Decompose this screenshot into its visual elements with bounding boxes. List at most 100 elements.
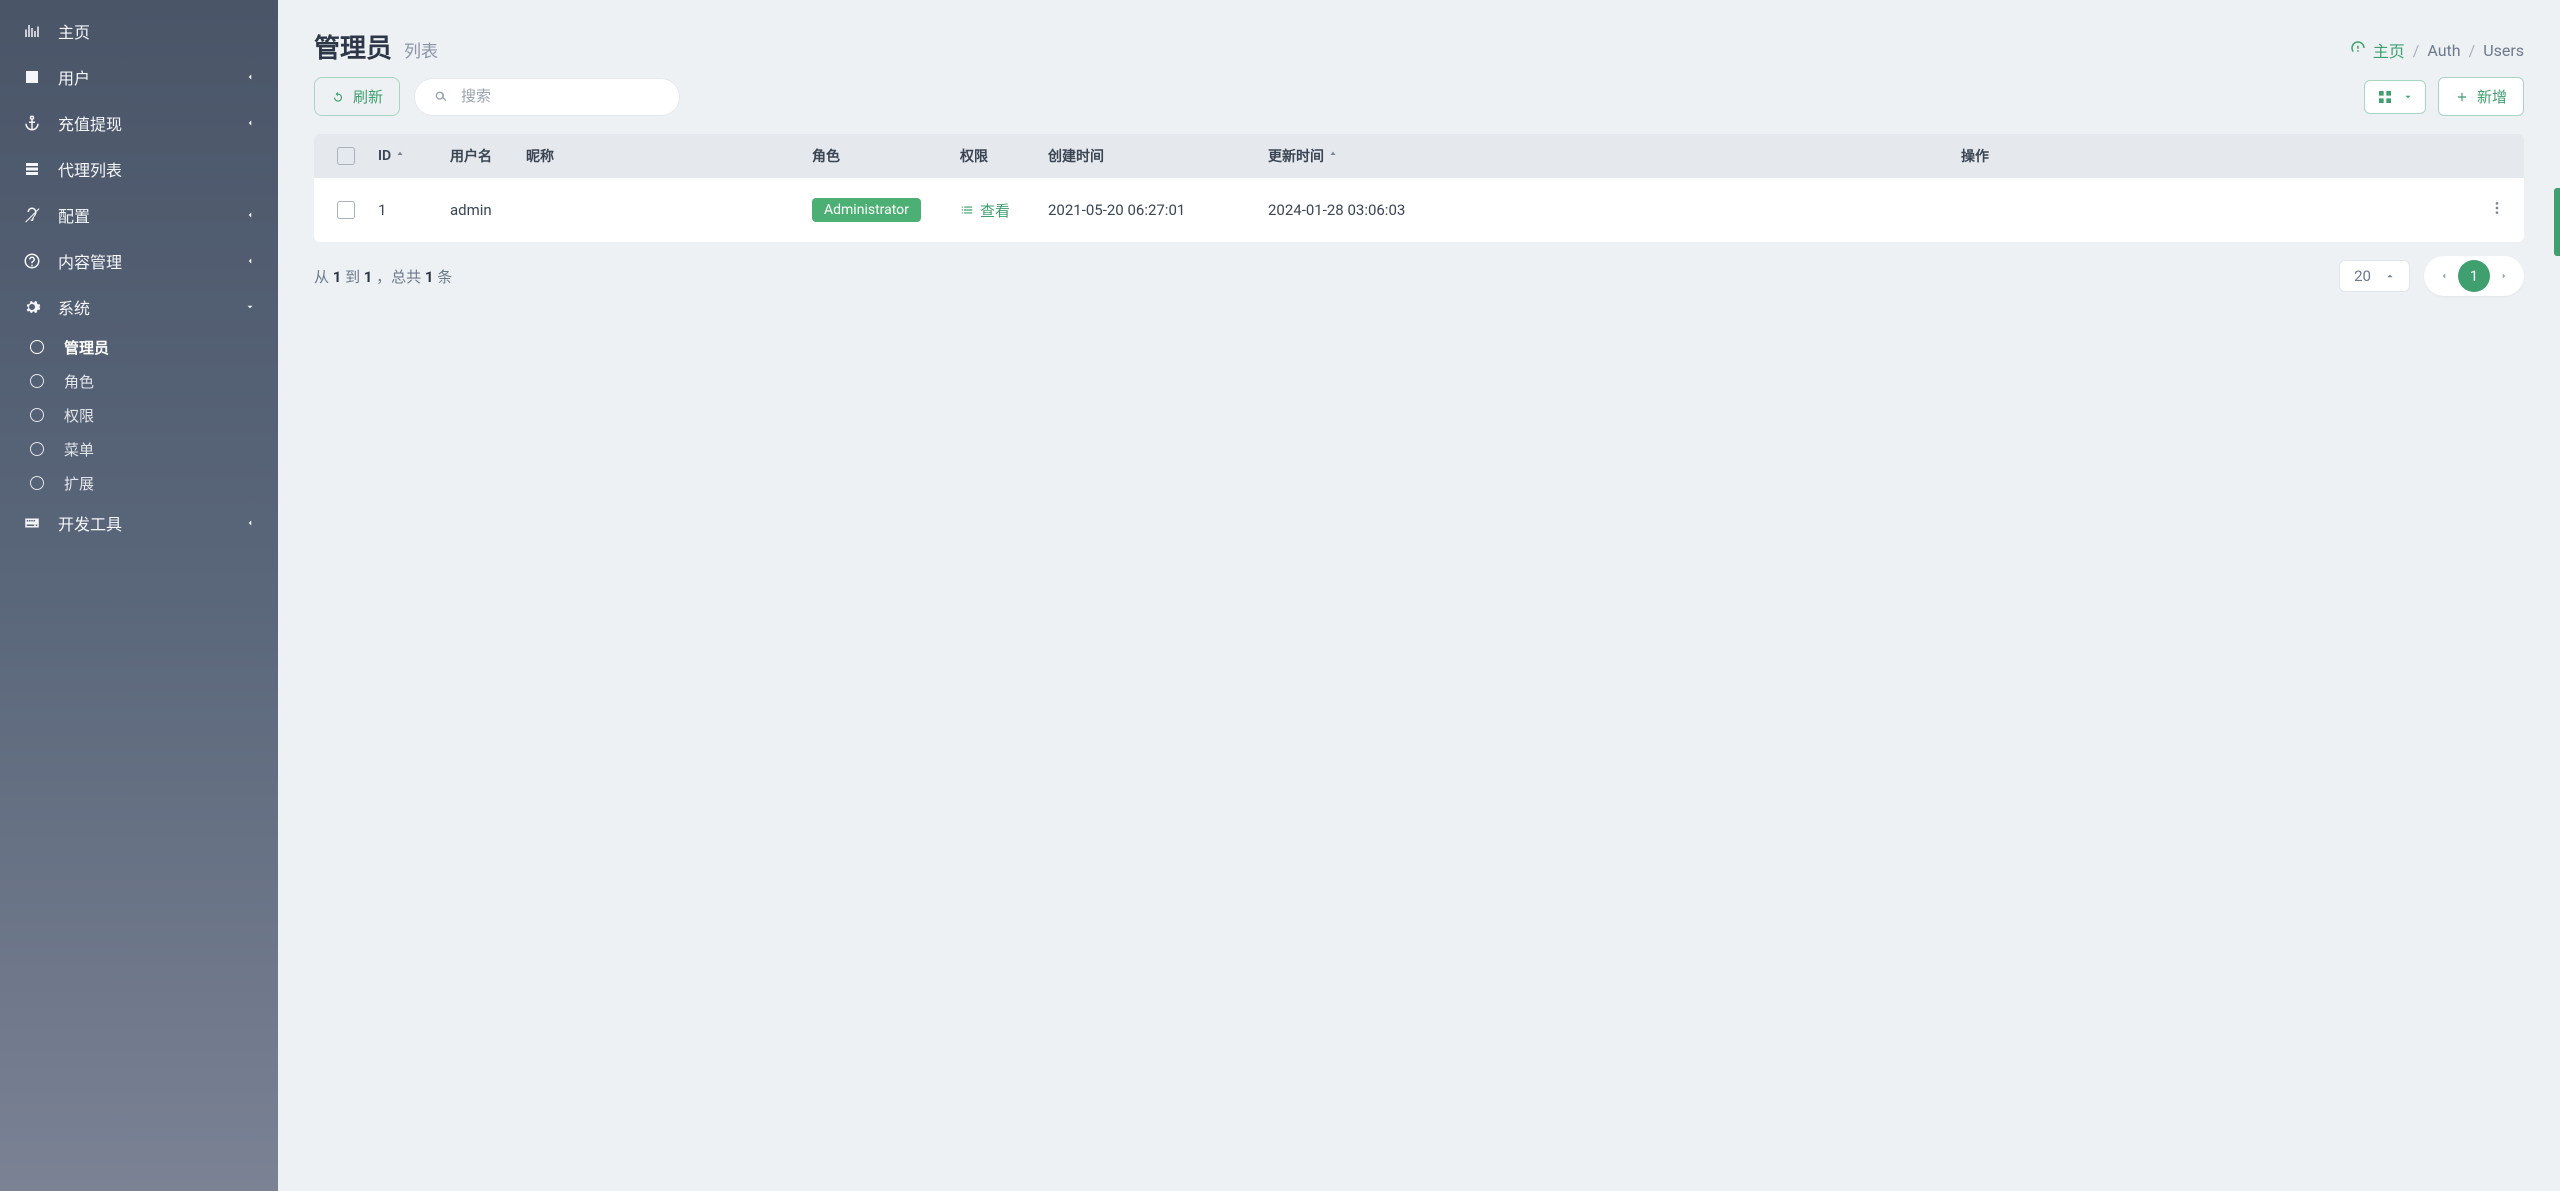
- sidebar-item-devtools[interactable]: 开发工具: [0, 500, 278, 546]
- cell-updated: 2024-01-28 03:06:03: [1268, 201, 1480, 219]
- column-header-role[interactable]: 角色: [812, 146, 960, 166]
- column-header-updated[interactable]: 更新时间: [1268, 146, 1480, 166]
- breadcrumb-home[interactable]: 主页: [2349, 38, 2405, 62]
- sidebar: 主页 用户 充值提现 代理列表: [0, 0, 278, 1191]
- pager-prev-button[interactable]: [2430, 262, 2458, 290]
- gear-icon: [22, 297, 42, 317]
- sidebar-item-label: 主页: [58, 19, 90, 43]
- pager: 1: [2424, 256, 2524, 296]
- circle-icon: [30, 408, 44, 422]
- sidebar-item-users[interactable]: 用户: [0, 54, 278, 100]
- cell-username: admin: [450, 201, 526, 219]
- deaf-icon: [22, 205, 42, 225]
- dashboard-icon: [2349, 39, 2367, 61]
- search-icon: [433, 89, 449, 105]
- column-header-created[interactable]: 创建时间: [1048, 146, 1268, 166]
- column-header-id[interactable]: ID: [378, 148, 450, 164]
- pagination-summary: 从 1 到 1 ，总共 1 条: [314, 266, 452, 287]
- sidebar-item-label: 用户: [58, 65, 90, 89]
- sidebar-item-home[interactable]: 主页: [0, 8, 278, 54]
- add-button[interactable]: 新增: [2438, 77, 2524, 116]
- select-all-checkbox[interactable]: [337, 147, 355, 165]
- breadcrumb-item[interactable]: Auth: [2427, 41, 2460, 60]
- search-input[interactable]: [461, 88, 661, 105]
- column-header-action: 操作: [1480, 146, 2470, 166]
- sidebar-item-content[interactable]: 内容管理: [0, 238, 278, 284]
- view-toggle-button[interactable]: [2364, 80, 2426, 114]
- circle-icon: [30, 374, 44, 388]
- sidebar-item-label: 充值提现: [58, 111, 122, 135]
- page-title: 管理员: [314, 28, 392, 65]
- sidebar-sub-label: 管理员: [64, 337, 109, 358]
- sidebar-item-system[interactable]: 系统: [0, 284, 278, 330]
- role-badge: Administrator: [812, 198, 921, 222]
- scrollbar-thumb[interactable]: [2554, 188, 2560, 256]
- add-label: 新增: [2477, 86, 2507, 107]
- sidebar-sub-permission[interactable]: 权限: [0, 398, 278, 432]
- pager-current-page[interactable]: 1: [2458, 260, 2490, 292]
- cell-id: 1: [378, 201, 450, 219]
- chevron-down-icon: [2403, 92, 2413, 102]
- circle-icon: [30, 442, 44, 456]
- plus-icon: [2455, 90, 2469, 104]
- refresh-label: 刷新: [353, 86, 383, 107]
- sidebar-item-recharge[interactable]: 充值提现: [0, 100, 278, 146]
- sort-asc-icon: [1328, 148, 1338, 164]
- table-footer: 从 1 到 1 ，总共 1 条 20 1: [278, 242, 2560, 310]
- breadcrumb-home-label: 主页: [2373, 38, 2405, 62]
- main-content: 管理员 列表 主页 / Auth / Users 刷新: [278, 0, 2560, 1191]
- sidebar-item-label: 内容管理: [58, 249, 122, 273]
- grid-icon: [2377, 89, 2393, 105]
- anchor-icon: [22, 113, 42, 133]
- chevron-left-icon: [244, 71, 256, 83]
- page-header: 管理员 列表 主页 / Auth / Users: [278, 0, 2560, 77]
- column-header-nickname[interactable]: 昵称: [526, 146, 812, 166]
- breadcrumb: 主页 / Auth / Users: [2349, 38, 2524, 62]
- sidebar-sub-role[interactable]: 角色: [0, 364, 278, 398]
- page-size-value: 20: [2354, 267, 2371, 285]
- circle-icon: [30, 476, 44, 490]
- toolbar: 刷新 新增: [278, 77, 2560, 134]
- sidebar-item-label: 配置: [58, 203, 90, 227]
- row-checkbox[interactable]: [337, 201, 355, 219]
- chevron-left-icon: [244, 117, 256, 129]
- page-subtitle: 列表: [404, 37, 438, 62]
- sidebar-sub-admin[interactable]: 管理员: [0, 330, 278, 364]
- chevron-down-icon: [244, 301, 256, 313]
- sidebar-item-label: 代理列表: [58, 157, 122, 181]
- row-actions-button[interactable]: [2489, 200, 2505, 220]
- breadcrumb-separator: /: [2413, 41, 2420, 60]
- search-box[interactable]: [414, 78, 680, 116]
- chevron-left-icon: [244, 255, 256, 267]
- sidebar-sub-extension[interactable]: 扩展: [0, 466, 278, 500]
- chevron-left-icon: [244, 517, 256, 529]
- page-size-selector[interactable]: 20: [2339, 260, 2410, 292]
- user-card-icon: [22, 67, 42, 87]
- list-icon: [960, 203, 974, 217]
- pager-next-button[interactable]: [2490, 262, 2518, 290]
- data-table: ID 用户名 昵称 角色 权限 创建时间 更新时间 操作 1 admin: [314, 134, 2524, 242]
- table-row[interactable]: 1 admin Administrator 查看 2021-05-20 06:2…: [314, 178, 2524, 242]
- sidebar-item-agents[interactable]: 代理列表: [0, 146, 278, 192]
- column-header-username[interactable]: 用户名: [450, 146, 526, 166]
- sidebar-item-label: 系统: [58, 295, 90, 319]
- table-header: ID 用户名 昵称 角色 权限 创建时间 更新时间 操作: [314, 134, 2524, 178]
- sidebar-sub-label: 菜单: [64, 439, 94, 460]
- sidebar-sub-menu[interactable]: 菜单: [0, 432, 278, 466]
- chevron-left-icon: [244, 209, 256, 221]
- column-header-permission[interactable]: 权限: [960, 146, 1048, 166]
- refresh-icon: [331, 90, 345, 104]
- chevron-right-icon: [2499, 271, 2509, 281]
- breadcrumb-separator: /: [2469, 41, 2476, 60]
- chevron-up-icon: [2385, 271, 2395, 281]
- sidebar-item-config[interactable]: 配置: [0, 192, 278, 238]
- breadcrumb-item[interactable]: Users: [2483, 41, 2524, 60]
- chart-bar-icon: [22, 21, 42, 41]
- permission-view-link[interactable]: 查看: [960, 200, 1010, 221]
- permission-view-label: 查看: [980, 200, 1010, 221]
- sidebar-sub-label: 权限: [64, 405, 94, 426]
- chevron-left-icon: [2439, 271, 2449, 281]
- circle-icon: [30, 340, 44, 354]
- refresh-button[interactable]: 刷新: [314, 77, 400, 116]
- more-vertical-icon: [2489, 200, 2505, 216]
